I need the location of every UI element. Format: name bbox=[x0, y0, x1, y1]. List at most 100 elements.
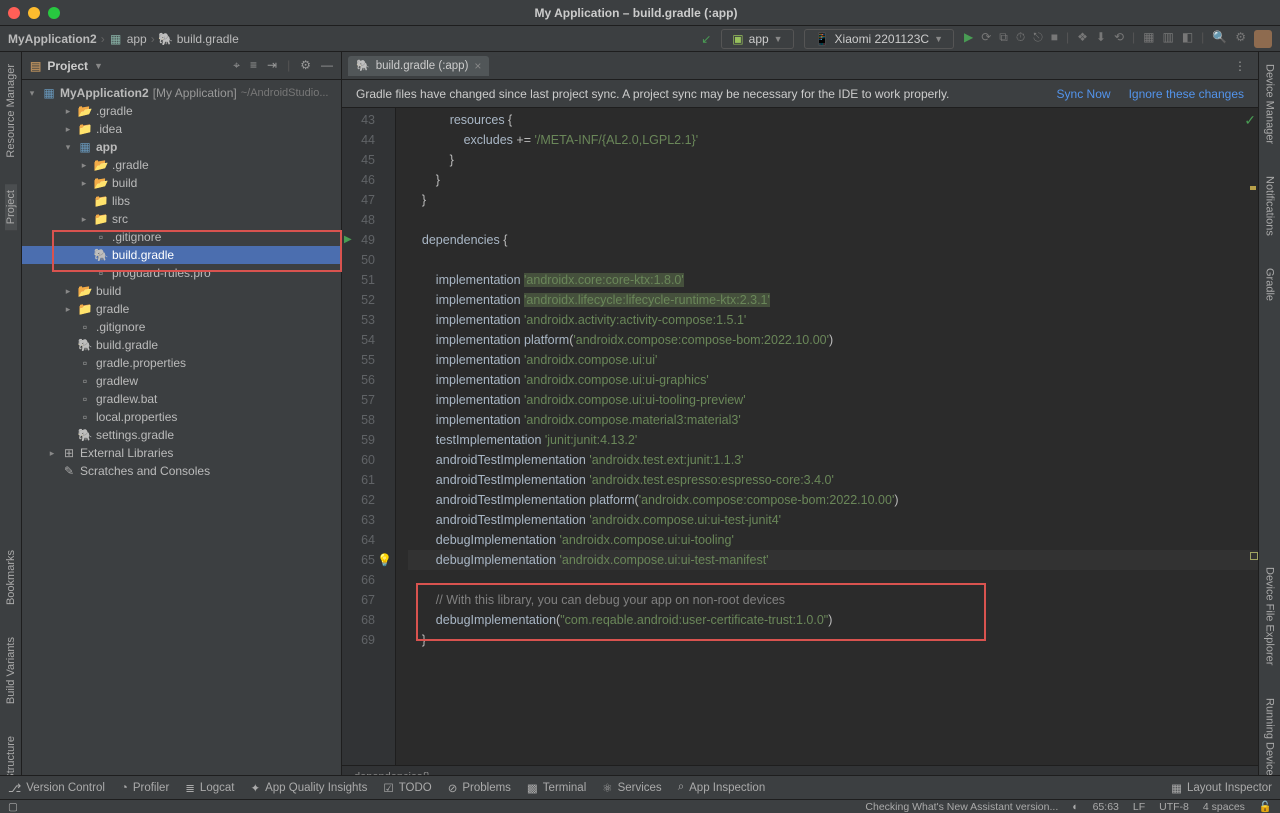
expand-all-icon[interactable]: ≡ bbox=[250, 58, 257, 73]
warning-marker[interactable] bbox=[1250, 186, 1256, 190]
layout-icon[interactable]: ▥ bbox=[1162, 30, 1173, 48]
error-stripe[interactable]: ✓ bbox=[1248, 108, 1258, 765]
tree-item[interactable]: ▸📁.idea bbox=[22, 120, 341, 138]
tool-device-manager[interactable]: Device Manager bbox=[1264, 58, 1276, 150]
code-line[interactable]: resources { bbox=[408, 110, 1258, 130]
line-number[interactable]: 52 bbox=[342, 290, 395, 310]
code-line[interactable]: debugImplementation 'androidx.compose.ui… bbox=[408, 530, 1258, 550]
code-editor[interactable]: 434445464748▶495051525354555657585960616… bbox=[342, 108, 1258, 765]
run-config-selector[interactable]: ▣ app ▼ bbox=[721, 29, 793, 49]
sdk-icon[interactable]: ⬇ bbox=[1096, 30, 1106, 48]
search-icon[interactable]: 🔍 bbox=[1212, 30, 1227, 48]
breadcrumb[interactable]: MyApplication2 › ▦ app › 🐘 build.gradle bbox=[8, 32, 701, 46]
tool-services[interactable]: ⚛Services bbox=[602, 781, 661, 795]
code-line[interactable]: testImplementation 'junit:junit:4.13.2' bbox=[408, 430, 1258, 450]
avd-icon[interactable]: ❖ bbox=[1077, 30, 1088, 48]
tree-root[interactable]: ▾▦MyApplication2 [My Application] ~/Andr… bbox=[22, 84, 341, 102]
tool-notifications[interactable]: Notifications bbox=[1264, 170, 1276, 242]
tool-running-devices[interactable]: Running Devices bbox=[1264, 692, 1276, 787]
line-number[interactable]: 63 bbox=[342, 510, 395, 530]
line-number[interactable]: 53 bbox=[342, 310, 395, 330]
tab-overflow-icon[interactable]: ⋮ bbox=[1228, 59, 1252, 73]
close-icon[interactable]: × bbox=[474, 59, 481, 73]
line-number[interactable]: 61 bbox=[342, 470, 395, 490]
tool-problems[interactable]: ⊘Problems bbox=[448, 781, 511, 795]
line-number[interactable]: 64 bbox=[342, 530, 395, 550]
code-line[interactable]: implementation 'androidx.activity:activi… bbox=[408, 310, 1258, 330]
device-selector[interactable]: 📱 Xiaomi 2201123C ▼ bbox=[804, 29, 954, 49]
tree-item[interactable]: ▾▦app bbox=[22, 138, 341, 156]
close-icon[interactable] bbox=[8, 7, 20, 19]
line-gutter[interactable]: 434445464748▶495051525354555657585960616… bbox=[342, 108, 396, 765]
code-line[interactable]: androidTestImplementation 'androidx.test… bbox=[408, 470, 1258, 490]
code-line[interactable]: dependencies { bbox=[408, 230, 1258, 250]
sync-hammer-icon[interactable]: ↙ bbox=[701, 32, 711, 46]
tree-item[interactable]: ▸📂build bbox=[22, 282, 341, 300]
tool-version-control[interactable]: ⎇Version Control bbox=[8, 781, 105, 795]
code-line[interactable]: } bbox=[408, 190, 1258, 210]
tree-item[interactable]: ▸🐘settings.gradle bbox=[22, 426, 341, 444]
code-line[interactable]: implementation 'androidx.compose.ui:ui-t… bbox=[408, 390, 1258, 410]
code-line[interactable]: excludes += '/META-INF/{AL2.0,LGPL2.1}' bbox=[408, 130, 1258, 150]
indent-setting[interactable]: 4 spaces bbox=[1203, 801, 1245, 813]
tree-item[interactable]: ▸✎Scratches and Consoles bbox=[22, 462, 341, 480]
line-number[interactable]: 48 bbox=[342, 210, 395, 230]
tree-item[interactable]: ▸📂build bbox=[22, 174, 341, 192]
code-line[interactable]: implementation 'androidx.compose.ui:ui-g… bbox=[408, 370, 1258, 390]
attach-icon[interactable]: ⎋ bbox=[1033, 30, 1043, 48]
sync-now-link[interactable]: Sync Now bbox=[1057, 87, 1111, 101]
code-line[interactable]: implementation 'androidx.compose.ui:ui' bbox=[408, 350, 1258, 370]
gear-icon[interactable]: ⚙ bbox=[1235, 30, 1246, 48]
code-body[interactable]: resources { excludes += '/META-INF/{AL2.… bbox=[396, 108, 1258, 765]
emulator-icon[interactable]: ◧ bbox=[1182, 30, 1193, 48]
tool-app-inspection[interactable]: ⌕App Inspection bbox=[678, 781, 766, 794]
tool-app-quality[interactable]: ✦App Quality Insights bbox=[250, 781, 367, 795]
tool-bookmarks[interactable]: Bookmarks bbox=[5, 544, 17, 611]
line-number[interactable]: 44 bbox=[342, 130, 395, 150]
line-number[interactable]: 50 bbox=[342, 250, 395, 270]
line-number[interactable]: 60 bbox=[342, 450, 395, 470]
hide-icon[interactable]: — bbox=[321, 58, 333, 73]
line-number[interactable]: 68 bbox=[342, 610, 395, 630]
line-number[interactable]: 67 bbox=[342, 590, 395, 610]
tree-item[interactable]: ▸📁src bbox=[22, 210, 341, 228]
maximize-icon[interactable] bbox=[48, 7, 60, 19]
bg-process-indicator[interactable]: ◐ bbox=[1072, 801, 1078, 813]
code-line[interactable]: androidTestImplementation 'androidx.comp… bbox=[408, 510, 1258, 530]
tool-project[interactable]: Project bbox=[5, 184, 17, 230]
tool-resource-manager[interactable]: Resource Manager bbox=[5, 58, 17, 164]
line-number[interactable]: 57 bbox=[342, 390, 395, 410]
file-encoding[interactable]: UTF-8 bbox=[1159, 801, 1189, 813]
project-tree[interactable]: ▾▦MyApplication2 [My Application] ~/Andr… bbox=[22, 80, 341, 787]
code-line[interactable]: implementation platform('androidx.compos… bbox=[408, 330, 1258, 350]
line-number[interactable]: 45 bbox=[342, 150, 395, 170]
line-number[interactable]: 69 bbox=[342, 630, 395, 650]
tree-item[interactable]: ▸▫gradlew bbox=[22, 372, 341, 390]
tree-item[interactable]: ▸▫local.properties bbox=[22, 408, 341, 426]
collapse-all-icon[interactable]: ⇥ bbox=[267, 58, 277, 73]
tool-gradle[interactable]: Gradle bbox=[1264, 262, 1276, 307]
tree-item[interactable]: ▸📂.gradle bbox=[22, 102, 341, 120]
line-number[interactable]: ▶49 bbox=[342, 230, 395, 250]
code-line[interactable]: debugImplementation 'androidx.compose.ui… bbox=[408, 550, 1258, 570]
tool-todo[interactable]: ☑TODO bbox=[383, 781, 431, 795]
tool-build-variants[interactable]: Build Variants bbox=[5, 631, 17, 710]
code-line[interactable]: androidTestImplementation 'androidx.test… bbox=[408, 450, 1258, 470]
sync-icon[interactable]: ⟲ bbox=[1114, 30, 1124, 48]
stop-icon[interactable]: ■ bbox=[1051, 30, 1058, 48]
tree-item[interactable]: ▸📁libs bbox=[22, 192, 341, 210]
line-number[interactable]: 47 bbox=[342, 190, 395, 210]
code-line[interactable]: implementation 'androidx.core:core-ktx:1… bbox=[408, 270, 1258, 290]
code-line[interactable]: androidTestImplementation platform('andr… bbox=[408, 490, 1258, 510]
tree-item[interactable]: ▸⊞External Libraries bbox=[22, 444, 341, 462]
tree-item[interactable]: ▸▫gradlew.bat bbox=[22, 390, 341, 408]
tree-item[interactable]: ▸📂.gradle bbox=[22, 156, 341, 174]
read-only-indicator[interactable]: 🔓 bbox=[1259, 800, 1272, 813]
toolwindow-quick-icon[interactable]: ▢ bbox=[8, 801, 18, 813]
screenshot-icon[interactable]: ▦ bbox=[1143, 30, 1154, 48]
cursor-position[interactable]: 65:63 bbox=[1093, 801, 1119, 813]
code-line[interactable]: } bbox=[408, 170, 1258, 190]
line-number[interactable]: 66 bbox=[342, 570, 395, 590]
account-avatar[interactable] bbox=[1254, 30, 1272, 48]
editor-tab[interactable]: 🐘 build.gradle (:app) × bbox=[348, 56, 489, 76]
